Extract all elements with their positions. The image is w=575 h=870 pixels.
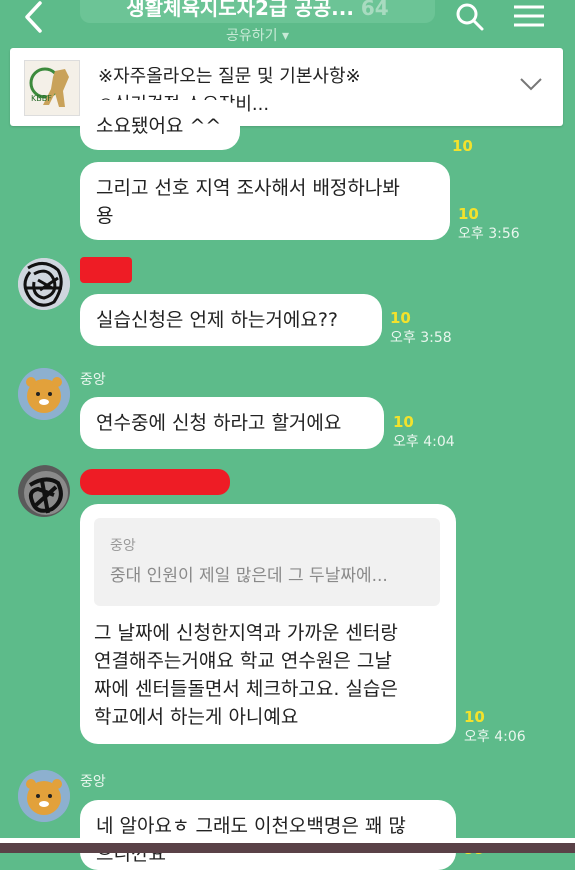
chevron-down-icon[interactable]	[519, 76, 543, 95]
unread-count: 10	[464, 708, 485, 726]
message-text: 실습신청은 언제 하는거에요??	[96, 309, 339, 331]
message-text: 연수중에 신청 하라고 할거에요	[96, 412, 342, 434]
message-time: 오후 4:06	[464, 729, 526, 745]
unread-count: 10	[458, 205, 479, 223]
message-line: 그 날짜에 신청한지역과 가까운 센터랑	[94, 622, 398, 644]
message-time: 오후 3:58	[390, 330, 452, 346]
reply-text: 중대 인원이 제일 많은데 그 두날짜에...	[110, 566, 388, 586]
sender-name: 중앙	[80, 774, 106, 790]
avatar[interactable]	[18, 465, 70, 517]
chat-title: 생활체육지도자2급 공공... 64	[80, 0, 435, 23]
chat-title-text: 생활체육지도자2급 공공...	[126, 0, 354, 20]
message-bubble[interactable]: 실습신청은 언제 하는거에요??	[80, 294, 382, 346]
redacted-name	[80, 469, 230, 495]
share-label[interactable]: 공유하기 ▾	[80, 25, 435, 45]
bottom-edge	[0, 843, 575, 853]
message-line: 연결해주는거얘요 학교 연수원은 그날	[94, 650, 392, 672]
member-count: 64	[360, 0, 389, 20]
message-bubble[interactable]: 소요됐어요 ^^	[80, 100, 240, 150]
message-line: 짜에 센터들돌면서 체크하고요. 실습은	[94, 678, 398, 700]
redacted-name	[80, 257, 132, 283]
back-icon[interactable]	[22, 0, 44, 40]
message-time: 오후 3:56	[458, 226, 520, 242]
message-bubble[interactable]: 그리고 선호 지역 조사해서 배정하나봐 용	[80, 162, 450, 240]
message-line: 학교에서 하는게 아니예요	[94, 706, 299, 728]
message-text: 소요됐어요 ^^	[96, 115, 222, 137]
message-text: 용	[96, 205, 114, 227]
message-text: 그리고 선호 지역 조사해서 배정하나봐	[96, 177, 400, 199]
reply-quote[interactable]: 중앙 중대 인원이 제일 많은데 그 두날짜에...	[94, 518, 440, 606]
message-bubble[interactable]: 네 알아요ㅎ 그래도 이천오백명은 꽤 많 으니깐요	[80, 800, 456, 870]
avatar[interactable]	[18, 368, 70, 420]
notice-line-1: ※자주올라오는 질문 및 기본사항※	[98, 66, 361, 87]
logo-text: KBBF	[31, 94, 52, 103]
unread-count: 10	[393, 413, 414, 431]
message-bubble[interactable]: 연수중에 신청 하라고 할거에요	[80, 397, 384, 449]
chat-header: 생활체육지도자2급 공공... 64 공유하기 ▾	[0, 0, 575, 46]
menu-icon[interactable]	[512, 2, 546, 36]
message-bubble[interactable]: 중앙 중대 인원이 제일 많은데 그 두날짜에... 그 날짜에 신청한지역과 …	[80, 504, 456, 744]
chat-title-area[interactable]: 생활체육지도자2급 공공... 64 공유하기 ▾	[80, 0, 435, 45]
notice-thumbnail: KBBF	[24, 60, 80, 116]
message-text: 네 알아요ㅎ 그래도 이천오백명은 꽤 많	[96, 815, 406, 837]
search-icon[interactable]	[455, 2, 485, 36]
reply-sender: 중앙	[110, 538, 136, 554]
message-time: 오후 4:04	[393, 434, 455, 450]
message-text-block: 그 날짜에 신청한지역과 가까운 센터랑 연결해주는거얘요 학교 연수원은 그날…	[94, 619, 398, 731]
unread-count: 10	[390, 309, 411, 327]
avatar[interactable]	[18, 258, 70, 310]
avatar[interactable]	[18, 770, 70, 822]
unread-count: 10	[452, 137, 473, 155]
sender-name: 중앙	[80, 372, 106, 388]
